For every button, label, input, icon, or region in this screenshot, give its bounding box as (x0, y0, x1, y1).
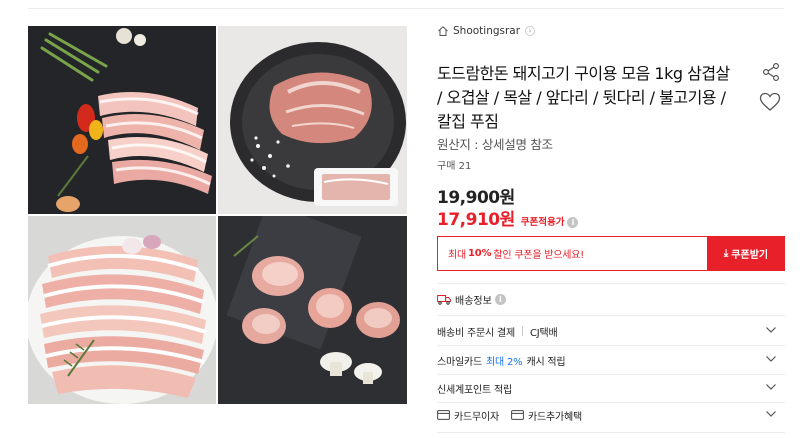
courier-label: CJ택배 (529, 327, 558, 339)
smile-card-label: 스마일카드 (437, 356, 482, 368)
heart-icon[interactable] (759, 92, 781, 112)
chevron-down-icon[interactable] (765, 408, 777, 420)
card-benefits-row[interactable]: 카드무이자 카드추가혜택 (437, 405, 785, 425)
seller-name[interactable]: Shootingsrar (453, 25, 520, 37)
product-photo-belly-plate (28, 216, 216, 404)
coupon-msg-prefix: 최대 (448, 250, 466, 261)
divider (437, 374, 785, 375)
smile-card-rate: 최대 2% (486, 356, 523, 368)
shipping-fee-row[interactable]: 배송비 주문시 결제 CJ택배 (437, 321, 785, 341)
product-info-panel: Shootingsrar › 도드람한돈 돼지고기 구이용 모음 1kg 삼겹살… (437, 20, 785, 433)
shinsegae-point-label: 신세계포인트 적립 (437, 384, 512, 396)
chevron-down-icon[interactable] (765, 353, 777, 365)
coupon-applied-label: 쿠폰적용가 (520, 217, 565, 228)
credit-card-icon (437, 410, 450, 420)
smile-card-suffix: 캐시 적립 (526, 356, 566, 368)
seller-link[interactable]: Shootingsrar › (437, 20, 785, 42)
shipping-fee-label: 배송비 주문시 결제 (437, 327, 515, 339)
get-coupon-button[interactable]: ⤓ 쿠폰받기 (707, 236, 785, 271)
chevron-down-icon[interactable] (765, 381, 777, 393)
product-title: 도드람한돈 돼지고기 구이용 모음 1kg 삼겹살 / 오겹살 / 목살 / 앞… (437, 64, 730, 131)
coupon-banner: 최대 10% 할인 쿠폰을 받으세요! ⤓ 쿠폰받기 (437, 236, 785, 271)
top-divider (28, 8, 784, 9)
divider (437, 345, 785, 346)
info-icon[interactable]: i (567, 217, 579, 228)
divider (437, 315, 785, 316)
coupon-msg-suffix: 할인 쿠폰을 받으세요! (493, 250, 585, 261)
smile-card-row[interactable]: 스마일카드 최대 2% 캐시 적립 (437, 350, 785, 370)
chevron-down-icon[interactable] (765, 324, 777, 336)
divider (437, 432, 785, 433)
truck-icon (437, 295, 451, 305)
coupon-message: 최대 10% 할인 쿠폰을 받으세요! (437, 236, 707, 271)
share-icon[interactable] (761, 62, 781, 82)
get-coupon-label: 쿠폰받기 (731, 250, 769, 261)
sale-price: 17,910원 (437, 210, 515, 230)
divider (437, 283, 785, 284)
chevron-right-icon: › (525, 26, 536, 36)
coupon-msg-rate: 10% (468, 248, 492, 259)
sale-price-row: 17,910원 쿠폰적용가 i (437, 205, 579, 230)
product-photo-rolled-meat (218, 216, 407, 404)
product-photo-neck-bowl (218, 26, 407, 214)
product-photo-belly-vegetables (28, 26, 216, 214)
card-extra-benefit-label[interactable]: 카드추가혜택 (528, 408, 582, 423)
shipping-heading-label: 배송정보 (455, 296, 492, 307)
divider (437, 402, 785, 403)
origin-info: 원산지 : 상세설명 참조 (437, 137, 553, 152)
separator (521, 326, 523, 336)
product-image[interactable] (28, 26, 407, 404)
title-row: 도드람한돈 돼지고기 구이용 모음 1kg 삼겹살 / 오겹살 / 목살 / 앞… (437, 62, 785, 134)
shinsegae-point-row[interactable]: 신세계포인트 적립 (437, 378, 785, 398)
interest-free-label[interactable]: 카드무이자 (454, 408, 499, 423)
home-icon (438, 26, 448, 36)
info-icon[interactable]: i (494, 294, 506, 305)
shipping-info-heading: 배송정보 i (437, 292, 506, 307)
purchase-count: 구매 21 (437, 161, 472, 172)
download-icon: ⤓ (723, 248, 729, 259)
credit-card-icon (511, 410, 524, 420)
